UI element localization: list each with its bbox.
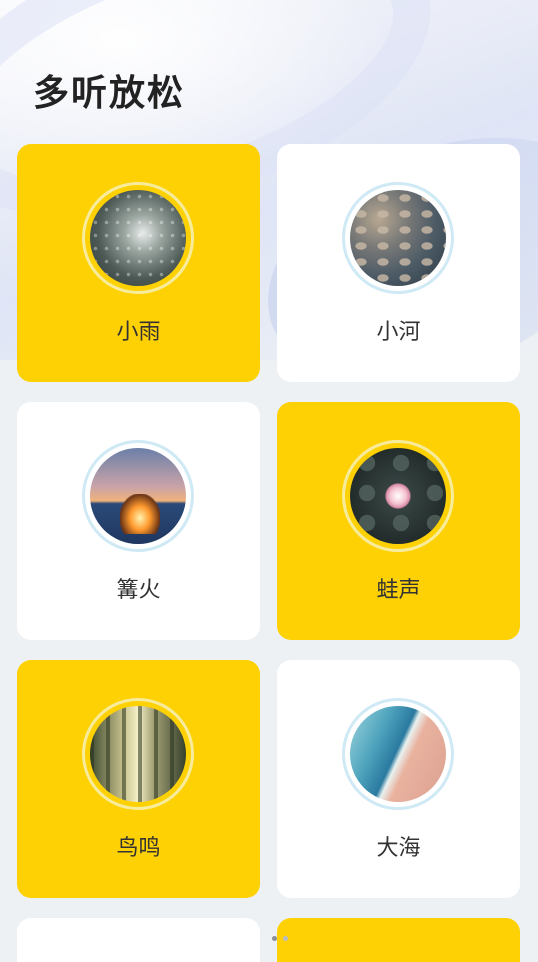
page-title: 多听放松: [33, 73, 186, 114]
sound-card-birds[interactable]: 鸟鸣: [17, 660, 260, 898]
campfire-thumbnail-icon: [90, 448, 186, 544]
forest-birds-thumbnail-icon: [90, 706, 186, 802]
thumbnail-ring: [82, 440, 194, 552]
thumbnail-ring: [342, 698, 454, 810]
page-dot: [283, 936, 288, 941]
sound-card-sea[interactable]: 大海: [277, 660, 520, 898]
river-thumbnail-icon: [350, 190, 446, 286]
sound-card-label: 鸟鸣: [116, 836, 161, 861]
page-indicator: [272, 936, 288, 941]
sea-thumbnail-icon: [350, 706, 446, 802]
thumbnail-ring: [342, 182, 454, 294]
sound-card-partial[interactable]: [277, 918, 520, 962]
thumbnail-ring: [342, 440, 454, 552]
sound-card-rain[interactable]: 小雨: [17, 144, 260, 382]
sound-card-frog[interactable]: 蛙声: [277, 402, 520, 640]
sound-card-label: 大海: [376, 836, 421, 861]
sound-card-river[interactable]: 小河: [277, 144, 520, 382]
sound-card-partial[interactable]: [17, 918, 260, 962]
frog-pond-thumbnail-icon: [350, 448, 446, 544]
sound-card-label: 蛙声: [376, 578, 421, 603]
rain-thumbnail-icon: [90, 190, 186, 286]
sound-card-label: 小雨: [116, 320, 161, 345]
thumbnail-ring: [82, 182, 194, 294]
page-dot: [272, 936, 277, 941]
sound-card-campfire[interactable]: 篝火: [17, 402, 260, 640]
thumbnail-ring: [82, 698, 194, 810]
sound-card-label: 小河: [376, 320, 421, 345]
sound-card-label: 篝火: [116, 578, 161, 603]
